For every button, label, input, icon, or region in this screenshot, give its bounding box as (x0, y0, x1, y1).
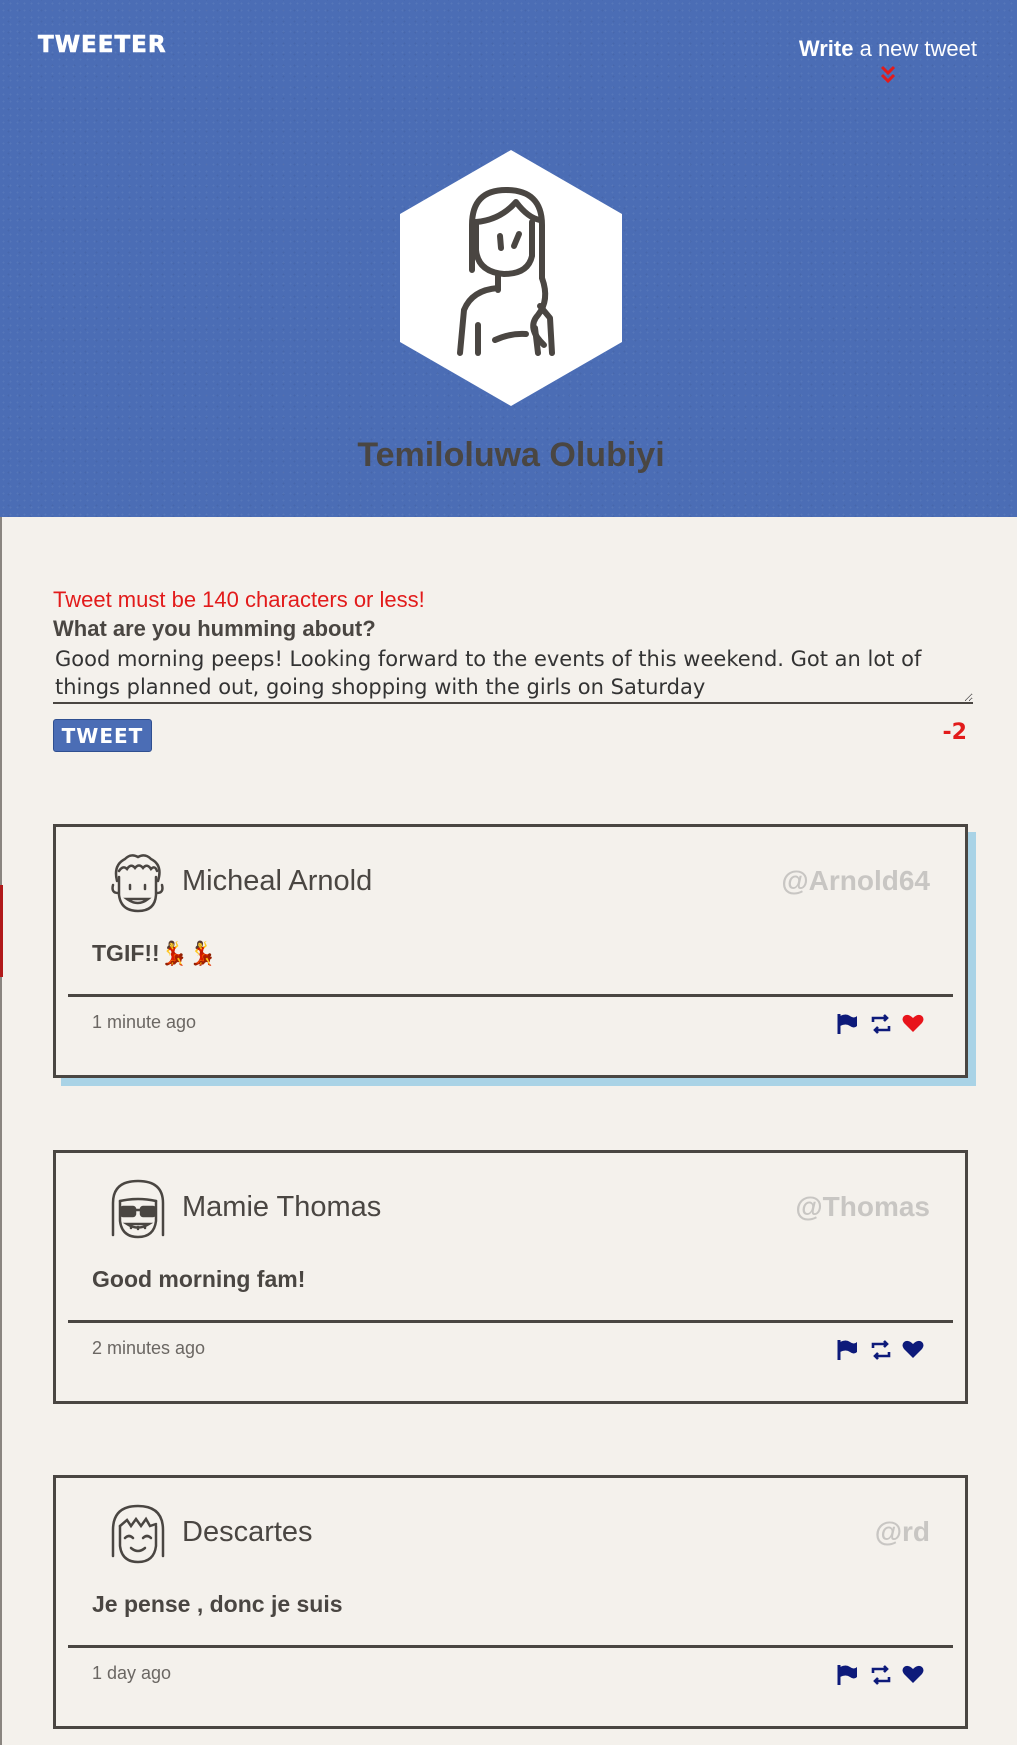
tweet-content: Je pense , donc je suis (92, 1591, 343, 1617)
retweet-icon[interactable] (869, 1013, 892, 1035)
tweet-divider (68, 994, 953, 997)
tweet-card: Micheal Arnold @Arnold64 TGIF!!💃💃 1 minu… (53, 824, 968, 1078)
compose-prompt: What are you humming about? (53, 616, 376, 641)
heart-icon[interactable] (902, 1339, 925, 1361)
tweet-actions (836, 1339, 925, 1361)
tweet-author-name: Micheal Arnold (182, 865, 373, 897)
character-counter: -2 (942, 720, 967, 745)
flag-icon[interactable] (836, 1664, 859, 1686)
tweet-timestamp: 1 day ago (92, 1663, 172, 1683)
tweet-timestamp: 2 minutes ago (92, 1338, 206, 1358)
double-chevron-down-icon[interactable] (879, 64, 897, 86)
tweet-button[interactable]: TWEET (53, 719, 152, 752)
write-new-tweet-link[interactable]: Write a new tweet (799, 36, 977, 62)
curly-hair-man-icon (111, 854, 164, 913)
tweet-content: TGIF!!💃💃 (92, 940, 217, 966)
page-left-edge-marker (0, 885, 3, 977)
tweet-card: Mamie Thomas @Thomas Good morning fam! 2… (53, 1150, 968, 1404)
retweet-icon[interactable] (869, 1664, 892, 1686)
tweet-divider (68, 1320, 953, 1323)
tweet-handle[interactable]: @Thomas (795, 1191, 930, 1223)
error-message: Tweet must be 140 characters or less! (53, 587, 425, 612)
flag-icon[interactable] (836, 1339, 859, 1361)
bob-hair-smiling-icon (111, 1504, 165, 1564)
tweet-author-name: Mamie Thomas (182, 1191, 382, 1223)
tweet-timestamp: 1 minute ago (92, 1012, 197, 1032)
retweet-icon[interactable] (869, 1339, 892, 1361)
tweet-actions (836, 1013, 925, 1035)
tweet-divider (68, 1645, 953, 1648)
heart-icon[interactable] (902, 1664, 925, 1686)
tweet-input[interactable]: Good morning peeps! Looking forward to t… (53, 644, 973, 704)
tweet-author-name: Descartes (182, 1516, 313, 1548)
app-logo[interactable]: TWEETER (38, 32, 167, 59)
tweet-card: Descartes @rd Je pense , donc je suis 1 … (53, 1475, 968, 1729)
sunglasses-woman-icon (111, 1179, 165, 1239)
tweet-handle[interactable]: @rd (875, 1516, 930, 1548)
heart-icon[interactable] (902, 1013, 925, 1035)
tweet-content: Good morning fam! (92, 1266, 306, 1292)
tweet-handle[interactable]: @Arnold64 (781, 865, 930, 897)
profile-avatar (400, 150, 622, 406)
profile-name: Temiloluwa Olubiyi (357, 436, 665, 474)
profile-header: TWEETER Write a new tweet Temiloluwa Olu… (0, 0, 1017, 517)
compose-link-text: a new tweet (853, 36, 977, 61)
flag-icon[interactable] (836, 1013, 859, 1035)
compose-link-bold: Write (798, 36, 854, 61)
tweet-actions (836, 1664, 925, 1686)
